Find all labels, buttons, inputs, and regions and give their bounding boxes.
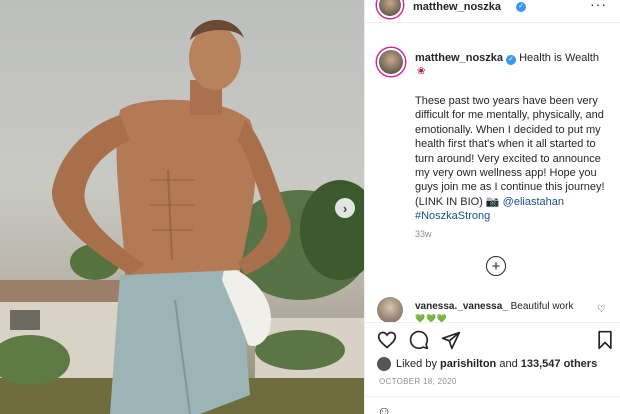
- avatar[interactable]: [377, 0, 403, 18]
- verified-badge-icon: ✓: [506, 55, 517, 65]
- send-icon[interactable]: [441, 330, 461, 350]
- comment-text: Beautiful work: [510, 301, 574, 312]
- instagram-post: › matthew_noszka ✓ ··· matthew_noszka ✓ He…: [0, 0, 620, 414]
- comment-box-divider: [365, 396, 620, 397]
- post-age[interactable]: 33w: [415, 229, 432, 239]
- comment-avatar[interactable]: [377, 297, 403, 323]
- post-image: [0, 19, 364, 414]
- post-header: matthew_noszka ✓ ···: [365, 0, 620, 22]
- chevron-right-icon: ›: [342, 200, 348, 216]
- caption-username[interactable]: matthew_noszka: [415, 52, 503, 64]
- likes-prefix: Liked by: [396, 358, 437, 370]
- more-horizontal-icon[interactable]: ···: [590, 0, 607, 12]
- mention-link[interactable]: @eliastahan: [503, 196, 564, 208]
- comment-username[interactable]: vanessa._vanessa_: [415, 301, 508, 312]
- caption-body-text: These past two years have been very diff…: [415, 95, 605, 208]
- header-divider: [365, 22, 620, 23]
- verified-badge-icon: ✓: [516, 2, 526, 12]
- next-photo-button[interactable]: ›: [335, 198, 355, 218]
- caption-heading: matthew_noszka ✓ Health is Wealth: [415, 52, 615, 65]
- load-more-comments-button[interactable]: +: [486, 256, 506, 276]
- action-bar: [377, 330, 613, 350]
- plus-circle-icon: +: [491, 257, 501, 275]
- actions-divider: [365, 322, 620, 323]
- post-date[interactable]: OCTOBER 18, 2020: [379, 377, 457, 386]
- post-photo[interactable]: ›: [0, 0, 364, 414]
- bookmark-icon[interactable]: [595, 330, 615, 350]
- caption-title: Health is Wealth: [519, 52, 599, 64]
- comment: vanessa._vanessa_ Beautiful work: [415, 301, 595, 312]
- caption-text: These past two years have been very diff…: [415, 94, 611, 224]
- hashtag-link[interactable]: #NoszkaStrong: [415, 210, 490, 222]
- liker-avatar[interactable]: [377, 357, 391, 371]
- liker-username[interactable]: parishilton: [440, 358, 496, 370]
- comment-icon[interactable]: [409, 330, 429, 350]
- header-username[interactable]: matthew_noszka: [413, 1, 501, 13]
- comment-like-heart-icon[interactable]: ♡: [597, 304, 606, 315]
- likes-count[interactable]: 133,547 others: [521, 358, 597, 370]
- caption-avatar[interactable]: [377, 48, 405, 76]
- heart-icon[interactable]: [377, 330, 397, 350]
- rose-icon: ❀: [417, 66, 426, 77]
- likes-summary: Liked by parishilton and 133,547 others: [377, 357, 613, 371]
- post-side-panel: matthew_noszka ✓ ··· matthew_noszka ✓ Heal…: [364, 0, 620, 414]
- emoji-picker-icon[interactable]: ☺: [377, 403, 391, 414]
- likes-joiner: and: [499, 358, 518, 370]
